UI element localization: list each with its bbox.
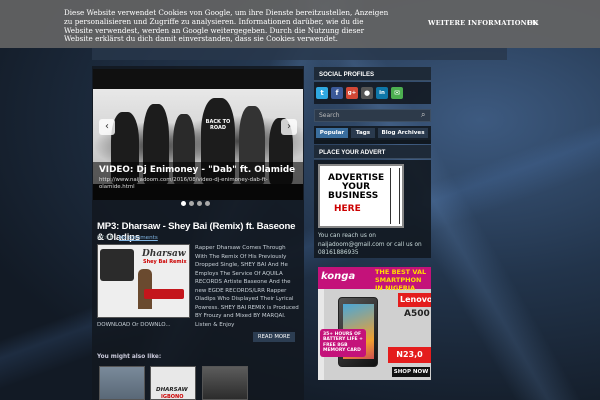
slider-dot[interactable] (189, 201, 194, 206)
konga-headline: THE BEST VAL SMARTPHON IN NIGERIA (375, 268, 427, 292)
slider-next-button[interactable]: › (281, 119, 297, 135)
slide-caption: VIDEO: Dj Enimoney - "Dab" ft. Olamide h… (93, 162, 303, 200)
sidebar-tabs: Popular Tags Blog Archives (314, 126, 431, 140)
google-plus-icon[interactable]: g+ (346, 87, 358, 99)
cookie-ok-button[interactable]: OK (527, 19, 538, 27)
facebook-icon[interactable]: f (331, 87, 343, 99)
ladder-illustration (390, 168, 400, 224)
thumbnail-badge (144, 289, 184, 299)
related-post-thumb[interactable] (99, 366, 145, 400)
search-input[interactable]: Search (314, 109, 431, 122)
related-post-sub: IGBONO (161, 394, 184, 400)
lenovo-logo: Lenovo (398, 293, 431, 307)
konga-header: konga THE BEST VAL SMARTPHON IN NIGERIA (318, 267, 431, 292)
chevron-left-icon: ‹ (105, 121, 109, 132)
social-profiles-heading: SOCIAL PROFILES (314, 67, 431, 81)
header-strip (92, 48, 507, 60)
battery-badge: 35+ HOURS OF BATTERY LIFE + FREE 8GB MEM… (320, 329, 366, 357)
post-thumbnail[interactable]: Dharsaw Shey Bai Remix (97, 244, 190, 318)
thumbnail-title: Dharsaw (142, 249, 186, 259)
tabs-panel (314, 140, 431, 144)
shop-now-button[interactable]: SHOP NOW (392, 367, 430, 377)
post-excerpt-end: DOWNLOAD Or DOWNLO... (97, 322, 171, 328)
cookie-banner: Diese Website verwendet Cookies von Goog… (0, 0, 600, 48)
search-icon[interactable]: ⌕ (421, 111, 429, 119)
tab-popular[interactable]: Popular (316, 128, 348, 138)
related-post-thumb[interactable]: DHARSAW IGBONO (150, 366, 196, 400)
post-meta: 07:18 No comments (97, 235, 158, 241)
advert-banner-text: ADVERTISE YOUR BUSINESS (328, 173, 385, 201)
social-icons-row: t f g+ ● in ✉ (314, 82, 431, 104)
post-comments-link[interactable]: No comments (119, 235, 158, 241)
cookie-message: Diese Website verwendet Cookies von Goog… (64, 8, 389, 44)
slider-dot[interactable] (205, 201, 210, 206)
slider-dot[interactable] (181, 201, 186, 206)
advert-contact-note: You can reach us on naijadoom@gmail.com … (318, 233, 422, 257)
phone-model: A500 (404, 309, 430, 319)
advert-banner-here: HERE (334, 204, 361, 214)
slider-dots (181, 201, 210, 206)
read-more-button[interactable]: READ MORE (253, 332, 295, 342)
shirt-text: BACK TO ROAD (205, 119, 231, 131)
price-tag: N23,0 (388, 347, 431, 363)
konga-logo: konga (321, 271, 356, 282)
konga-ad-banner[interactable]: konga THE BEST VAL SMARTPHON IN NIGERIA … (318, 267, 431, 380)
slide-url[interactable]: http://www.naijadoom.com/2016/08/video-d… (99, 177, 274, 191)
twitter-icon[interactable]: t (316, 87, 328, 99)
tab-tags[interactable]: Tags (351, 128, 375, 138)
thumbnail-portrait (100, 249, 134, 281)
email-icon[interactable]: ✉ (391, 87, 403, 99)
advert-heading: PLACE YOUR ADVERT (314, 145, 431, 159)
slider-dot[interactable] (197, 201, 202, 206)
related-post-thumb[interactable] (202, 366, 248, 400)
rss-icon[interactable]: ● (361, 87, 373, 99)
featured-slider[interactable]: BACK TO ROAD ‹ › VIDEO: Dj Enimoney - "D… (93, 69, 303, 200)
post-excerpt: Rapper Dharsaw Comes Through With The Re… (195, 245, 299, 328)
related-posts-title: You might also like: (97, 354, 162, 360)
thumbnail-subtitle: Shey Bai Remix (143, 259, 187, 265)
related-post-label: DHARSAW (156, 387, 188, 393)
advert-banner[interactable]: ADVERTISE YOUR BUSINESS HERE (318, 164, 404, 228)
linkedin-icon[interactable]: in (376, 87, 388, 99)
more-info-link[interactable]: WEITERE INFORMATIONEN (428, 19, 538, 27)
post-time: 07:18 (97, 235, 114, 241)
chevron-right-icon: › (287, 121, 291, 132)
slider-prev-button[interactable]: ‹ (99, 119, 115, 135)
tab-blog-archives[interactable]: Blog Archives (378, 128, 428, 138)
slide-title[interactable]: VIDEO: Dj Enimoney - "Dab" ft. Olamide (99, 165, 295, 175)
